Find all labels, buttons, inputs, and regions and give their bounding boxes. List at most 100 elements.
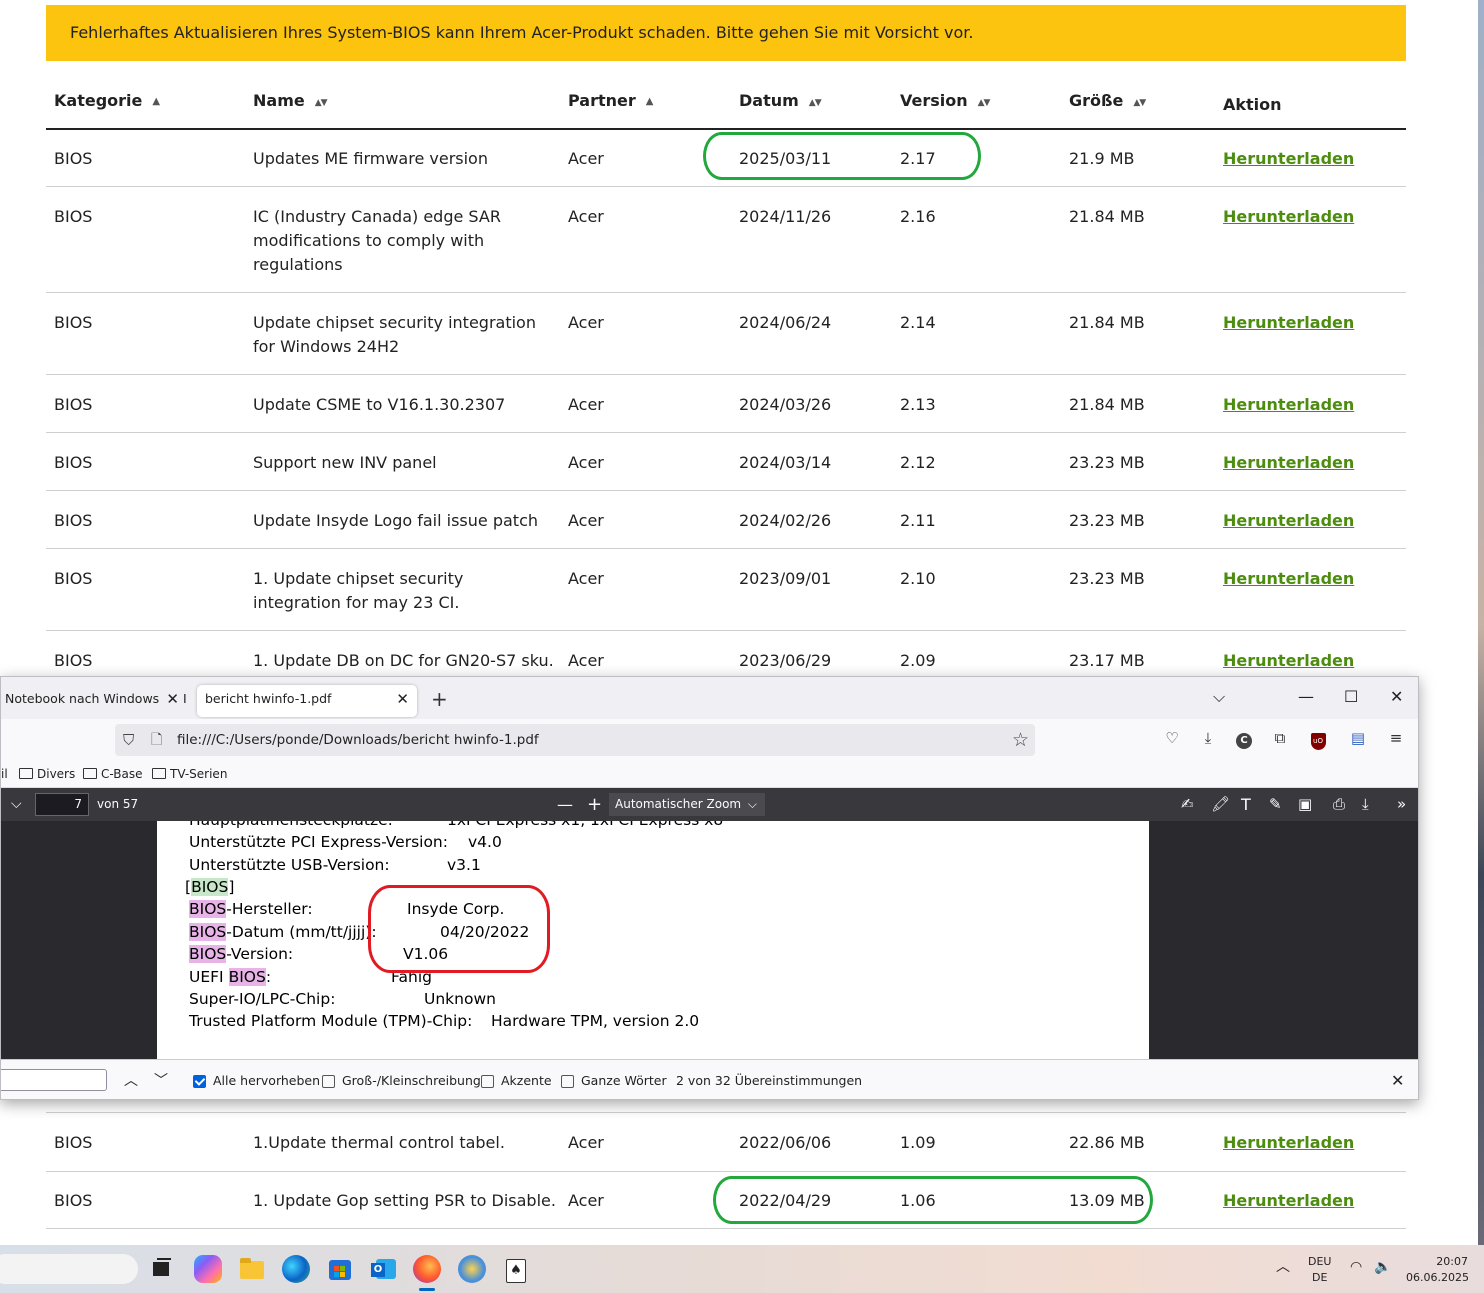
download-link[interactable]: Herunterladen (1223, 509, 1354, 533)
image-icon[interactable]: ▣ (1298, 788, 1312, 821)
row-name: 1. Update Gop setting PSR to Disable. (253, 1191, 556, 1210)
language-indicator[interactable]: DEU DE (1308, 1254, 1331, 1286)
find-close-icon[interactable]: ✕ (1391, 1060, 1404, 1099)
copilot-icon[interactable] (194, 1255, 222, 1283)
download-link[interactable]: Herunterladen (1223, 649, 1354, 673)
download-link[interactable]: Herunterladen (1223, 393, 1354, 417)
row-date: 2024/03/26 (739, 395, 832, 414)
row-name: Update Insyde Logo fail issue patch (253, 511, 539, 530)
account-icon[interactable]: C (1231, 725, 1257, 751)
sort-icon: ▲▼ (977, 98, 991, 108)
row-version: 2.13 (900, 395, 936, 414)
download-link[interactable]: Herunterladen (1223, 1131, 1354, 1155)
page-count: von 57 (97, 797, 139, 811)
tab-notebook[interactable]: Notebook nach Windows 11 Ins ✕ (1, 685, 187, 717)
row-category: BIOS (54, 313, 93, 332)
zoom-select[interactable]: Automatischer Zoom ⌵ (609, 793, 765, 816)
download-link[interactable]: Herunterladen (1223, 147, 1354, 171)
draw-icon[interactable]: ✎ (1269, 788, 1282, 821)
menu-icon[interactable]: ≡ (1383, 725, 1409, 751)
solitaire-icon[interactable]: ♠ (501, 1255, 529, 1283)
row-name: Support new INV panel (253, 453, 437, 472)
page-number-input[interactable]: 7 (35, 793, 89, 816)
zoom-out-icon[interactable]: — (557, 788, 573, 821)
whole-words-checkbox[interactable]: Ganze Wörter (561, 1060, 667, 1099)
new-tab-plus-icon[interactable]: + (431, 685, 448, 713)
col-kategorie[interactable]: Kategorie ▲ (54, 80, 160, 126)
row-name: Updates ME firmware version (253, 149, 488, 168)
firefox-icon[interactable] (413, 1255, 441, 1283)
table-header: Kategorie ▲ Name ▲▼ Partner ▲ Datum ▲▼ Versi… (46, 80, 1406, 130)
reader-icon[interactable]: ▤ (1345, 725, 1371, 751)
match-case-checkbox[interactable]: Groß-/Kleinschreibung (322, 1060, 481, 1099)
col-name[interactable]: Name ▲▼ (253, 80, 328, 126)
search-highlight: BIOS (189, 923, 227, 941)
tab-list-chevron-icon[interactable]: ⌵ (1213, 683, 1225, 711)
chevron-down-icon[interactable]: ⌵ (11, 788, 22, 821)
download-link[interactable]: Herunterladen (1223, 567, 1354, 591)
print-icon[interactable]: ⎙ (1333, 788, 1345, 821)
extensions-icon[interactable]: ⧉ (1267, 725, 1293, 751)
more-tools-icon[interactable]: » (1397, 788, 1406, 821)
find-previous-icon[interactable]: ︿ (124, 1060, 138, 1099)
tray-overflow-chevron-icon[interactable]: ︿ (1276, 1259, 1290, 1275)
col-partner[interactable]: Partner ▲ (568, 80, 653, 126)
col-groesse[interactable]: Größe ▲▼ (1069, 80, 1146, 126)
highlight-icon[interactable]: 🖍 (1211, 788, 1230, 821)
clock[interactable]: 20:07 06.06.2025 (1406, 1254, 1469, 1286)
wifi-icon[interactable]: ◠ (1350, 1259, 1362, 1275)
row-partner: Acer (568, 313, 604, 332)
bookmark-folder-divers[interactable]: Divers (19, 761, 75, 787)
taskbar-search[interactable] (0, 1254, 138, 1284)
outlook-icon[interactable]: O (370, 1255, 398, 1283)
bookmark-folder-cbase[interactable]: C-Base (83, 761, 143, 787)
window-close-icon[interactable]: ✕ (1390, 683, 1403, 711)
pocket-icon[interactable]: ♡ (1159, 725, 1185, 751)
col-datum[interactable]: Datum ▲▼ (739, 80, 822, 126)
highlight-all-checkbox[interactable]: Alle hervorheben (193, 1060, 320, 1099)
sort-icon: ▲▼ (808, 98, 822, 108)
close-icon[interactable]: ✕ (164, 685, 179, 713)
match-diacritics-checkbox[interactable]: Akzente (481, 1060, 552, 1099)
download-link[interactable]: Herunterladen (1223, 451, 1354, 475)
active-app-indicator (419, 1288, 435, 1291)
row-partner: Acer (568, 651, 604, 670)
download-link[interactable]: Herunterladen (1223, 311, 1354, 335)
maximize-icon[interactable]: ☐ (1344, 683, 1358, 711)
bookmark-folder-tvserien[interactable]: TV-Serien (152, 761, 227, 787)
minimize-icon[interactable]: — (1298, 683, 1314, 711)
checkbox-icon (561, 1075, 574, 1088)
bookmark-star-icon[interactable]: ☆ (1012, 724, 1029, 756)
store-icon[interactable] (326, 1255, 354, 1283)
col-version[interactable]: Version ▲▼ (900, 80, 991, 126)
shield-icon[interactable]: ⛉ (123, 724, 134, 756)
bookmark-item[interactable]: il (1, 761, 8, 787)
file-explorer-icon[interactable] (238, 1255, 266, 1283)
edge-icon[interactable] (282, 1255, 310, 1283)
download-icon[interactable]: ⤓ (1195, 725, 1221, 751)
volume-icon[interactable]: 🔈 (1374, 1259, 1391, 1275)
ublock-icon[interactable]: uO (1305, 725, 1331, 751)
find-next-icon[interactable]: ﹀ (154, 1060, 168, 1099)
row-version: 2.09 (900, 651, 936, 670)
settings-app-icon[interactable] (458, 1255, 486, 1283)
find-input[interactable] (1, 1069, 107, 1091)
tab-title: Notebook nach Windows 11 Ins (5, 691, 187, 706)
row-partner: Acer (568, 149, 604, 168)
row-version: 2.10 (900, 569, 936, 588)
row-partner: Acer (568, 569, 604, 588)
close-icon[interactable]: ✕ (396, 685, 409, 713)
bookmark-label: TV-Serien (170, 767, 228, 781)
text-icon[interactable]: T (1241, 788, 1251, 821)
row-name: Update CSME to V16.1.30.2307 (253, 395, 506, 414)
download-link[interactable]: Herunterladen (1223, 205, 1354, 229)
tab-pdf[interactable]: bericht hwinfo-1.pdf ✕ (197, 685, 417, 717)
save-icon[interactable]: ⤓ (1362, 788, 1369, 821)
row-version: 2.11 (900, 511, 936, 530)
zoom-in-icon[interactable]: + (587, 788, 602, 821)
task-view-icon[interactable] (149, 1255, 177, 1283)
table-row: BIOS 1.Update thermal control tabel. Ace… (46, 1112, 1406, 1172)
sign-icon[interactable]: ✍ (1181, 788, 1194, 821)
url-bar[interactable]: ⛉ 🗋 file:///C:/Users/ponde/Downloads/ber… (115, 724, 1035, 756)
download-link[interactable]: Herunterladen (1223, 1189, 1354, 1213)
